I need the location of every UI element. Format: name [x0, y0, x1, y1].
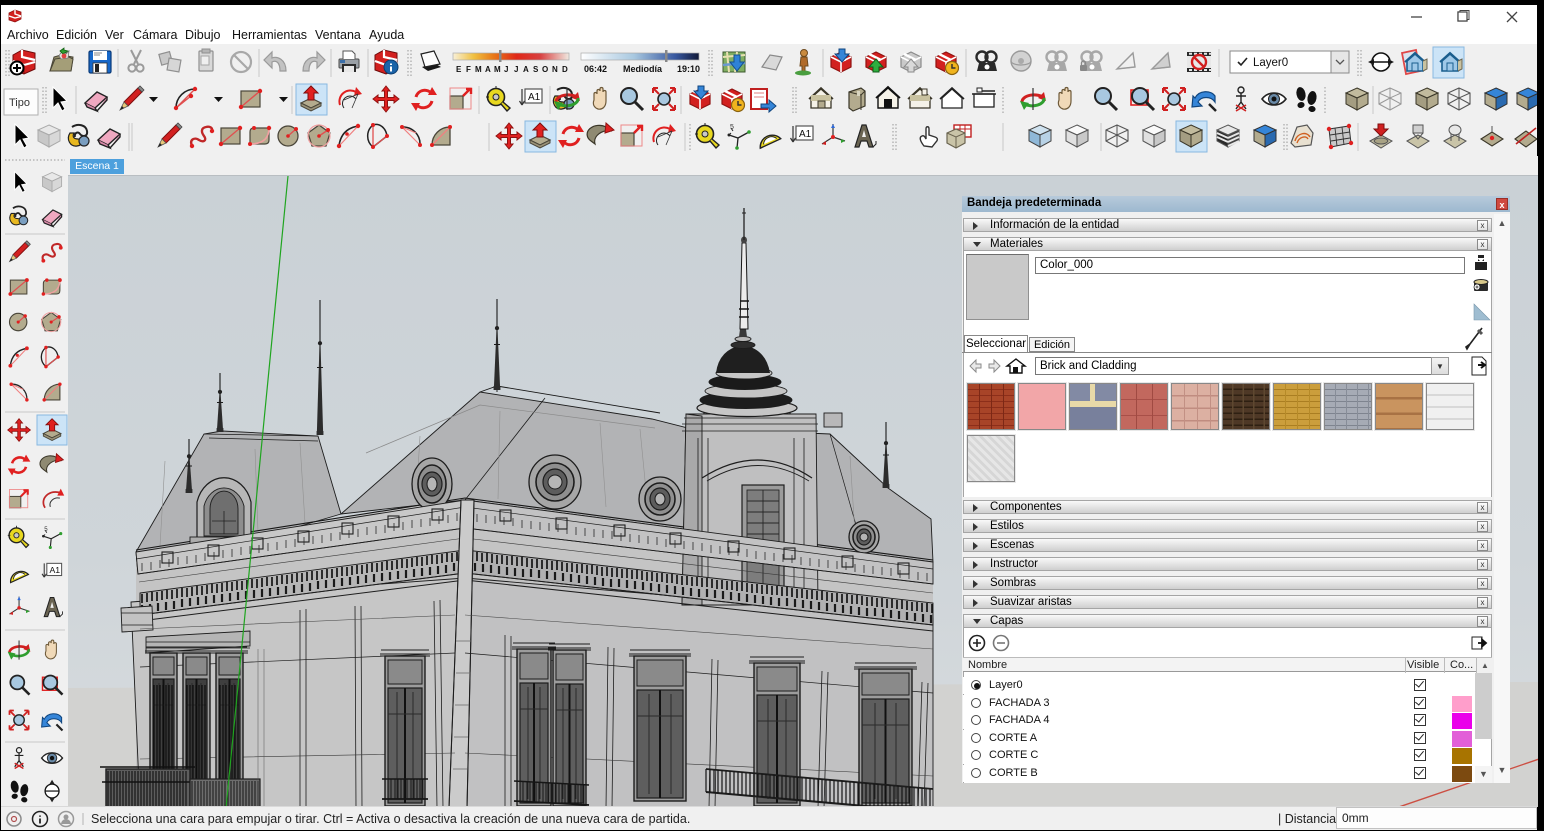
svg-text:5: 5: [44, 526, 48, 533]
svg-text:Mediodía: Mediodía: [623, 64, 663, 74]
svg-text:S: S: [533, 65, 539, 74]
svg-text:E: E: [456, 65, 462, 74]
svg-text:O: O: [542, 65, 548, 74]
svg-text:F: F: [466, 65, 471, 74]
svg-text:5: 5: [730, 124, 734, 131]
svg-text:D: D: [562, 65, 568, 74]
svg-text:Tipo: Tipo: [9, 97, 30, 109]
svg-text:A1: A1: [528, 92, 541, 103]
svg-text:J: J: [504, 65, 508, 74]
svg-text:A1: A1: [799, 129, 812, 140]
svg-text:A1: A1: [49, 565, 60, 575]
svg-text:06:42: 06:42: [584, 64, 607, 74]
svg-text:A: A: [523, 65, 529, 74]
svg-text:M: M: [494, 65, 501, 74]
svg-text:N: N: [552, 65, 558, 74]
svg-text:A: A: [485, 65, 491, 74]
svg-text:M: M: [475, 65, 482, 74]
svg-text:19:10: 19:10: [677, 64, 700, 74]
svg-text:Layer0: Layer0: [1253, 57, 1288, 69]
svg-text:J: J: [514, 65, 518, 74]
